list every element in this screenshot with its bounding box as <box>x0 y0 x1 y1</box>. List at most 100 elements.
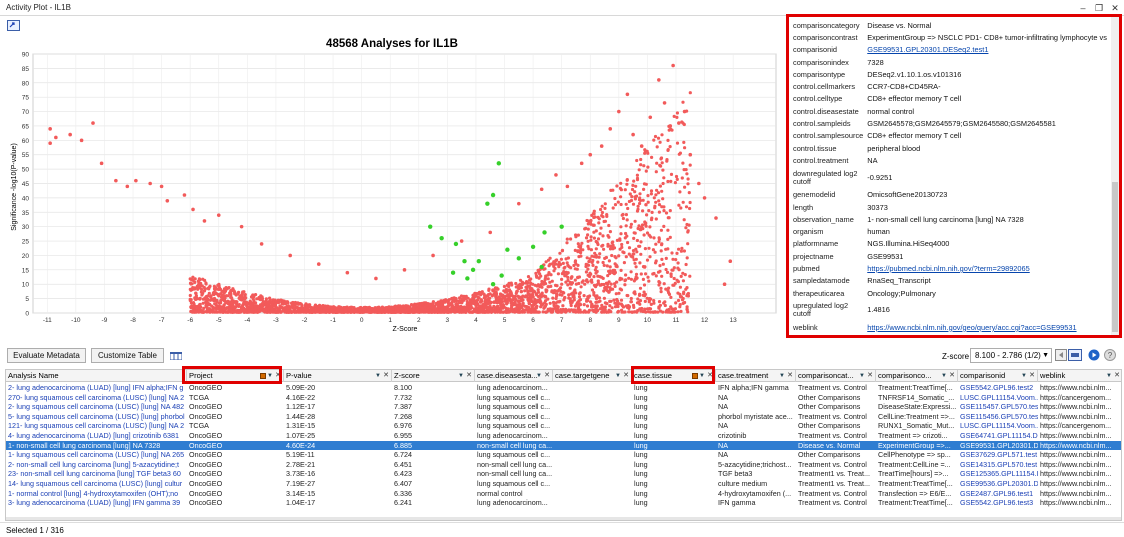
table-cell[interactable]: https://www.ncbi.nlm... <box>1038 460 1121 470</box>
filter-icon[interactable]: ▼ <box>615 370 621 382</box>
table-row[interactable]: 3- lung adenocarcinoma (LUAD) [lung] IFN… <box>6 498 1121 508</box>
data-point[interactable] <box>288 253 292 258</box>
column-header[interactable]: comparisonid ▼ ✕ <box>958 370 1038 382</box>
table-row[interactable]: 14- lung squamous cell carcinoma (LUSC) … <box>6 479 1121 489</box>
data-point[interactable] <box>677 121 681 125</box>
column-header[interactable]: comparisonco... ▼ ✕ <box>876 370 958 382</box>
remove-column-icon[interactable]: ✕ <box>466 370 472 382</box>
highlighted-point[interactable] <box>539 264 544 270</box>
highlighted-point[interactable] <box>559 224 564 229</box>
metadata-value[interactable]: https://pubmed.ncbi.nlm.nih.gov/?term=29… <box>865 262 1109 274</box>
table-cell[interactable]: https://www.ncbi.nlm... <box>1038 489 1121 499</box>
highlighted-point[interactable] <box>450 270 456 275</box>
data-point[interactable] <box>134 178 138 183</box>
data-point[interactable] <box>668 124 673 128</box>
data-point[interactable] <box>662 101 667 105</box>
table-cell[interactable]: 121- lung squamous cell carcinoma (LUSC)… <box>6 421 187 431</box>
data-point[interactable] <box>517 201 521 206</box>
remove-column-icon[interactable]: ✕ <box>787 370 793 382</box>
data-point[interactable] <box>165 198 170 203</box>
table-cell[interactable]: https://www.ncbi.nlm... <box>1038 469 1121 479</box>
column-header[interactable]: Analysis Name <box>6 370 187 382</box>
table-cell[interactable]: 2- non-small cell lung carcinoma [lung] … <box>6 460 187 470</box>
data-point[interactable] <box>722 282 727 287</box>
highlighted-point[interactable] <box>505 247 510 252</box>
table-cell[interactable]: https://www.ncbi.nlm... <box>1038 479 1121 489</box>
table-cell[interactable]: https://www.ncbi.nlm... <box>1038 450 1121 460</box>
table-row[interactable]: 5- lung squamous cell carcinoma (LUSC) [… <box>6 412 1121 422</box>
highlighted-point[interactable] <box>542 230 547 235</box>
zscore-page-select[interactable]: 8.100 - 2.786 (1/2) ▼ <box>970 348 1052 363</box>
table-cell[interactable]: GSE2487.GPL96.test1 <box>958 489 1038 499</box>
data-point[interactable] <box>488 230 493 235</box>
column-header[interactable]: comparisoncat... ▼ ✕ <box>796 370 876 382</box>
column-header[interactable]: Z-score ▼ ✕ <box>392 370 475 382</box>
table-cell[interactable]: 1- non-small cell lung carcinoma [lung] … <box>6 441 187 451</box>
data-point[interactable] <box>48 127 52 131</box>
highlighted-point[interactable] <box>439 235 444 241</box>
filter-icon[interactable]: ▼ <box>458 370 464 382</box>
filter-icon[interactable]: ▼ <box>536 370 542 382</box>
data-point[interactable] <box>631 132 635 137</box>
data-point[interactable] <box>702 196 707 200</box>
highlighted-point[interactable] <box>462 259 467 264</box>
table-cell[interactable]: GSE125365.GPL11154.I <box>958 469 1038 479</box>
highlighted-point[interactable] <box>465 276 470 281</box>
data-point[interactable] <box>617 109 621 114</box>
data-point[interactable] <box>579 161 584 166</box>
table-cell[interactable]: https://www.ncbi.nlm... <box>1038 498 1121 508</box>
data-point[interactable] <box>402 268 407 272</box>
table-row[interactable]: 2- lung squamous cell carcinoma (LUSC) [… <box>6 402 1121 412</box>
page-range-icon[interactable] <box>1068 349 1082 361</box>
data-point[interactable] <box>431 253 435 258</box>
table-cell[interactable]: GSE37629.GPL571.test <box>958 450 1038 460</box>
data-point[interactable] <box>374 276 378 281</box>
data-point[interactable] <box>68 132 72 137</box>
table-cell[interactable]: GSE99536.GPL20301.D <box>958 479 1038 489</box>
filter-icon[interactable]: ▼ <box>779 370 785 382</box>
data-point[interactable] <box>125 184 130 189</box>
data-point[interactable] <box>54 135 58 140</box>
minimize-button[interactable]: – <box>1076 1 1090 15</box>
column-chooser-icon[interactable] <box>170 352 182 360</box>
table-row[interactable]: 2- lung adenocarcinoma (LUAD) [lung] IFN… <box>6 383 1121 393</box>
highlighted-point[interactable] <box>496 161 502 166</box>
filter-icon[interactable]: ▼ <box>941 370 947 382</box>
help-icon[interactable]: ? <box>1104 349 1116 361</box>
table-cell[interactable]: LUSC.GPL11154.Voom... <box>958 421 1038 431</box>
data-point[interactable] <box>625 92 630 97</box>
highlighted-point[interactable] <box>490 192 496 198</box>
restore-button[interactable]: ❐ <box>1092 1 1106 15</box>
table-row[interactable]: 270- lung squamous cell carcinoma (LUSC)… <box>6 393 1121 403</box>
column-header[interactable]: case.targetgene ▼ ✕ <box>553 370 632 382</box>
data-point[interactable] <box>159 184 164 189</box>
table-cell[interactable]: GSE99531.GPL20301.D <box>958 441 1038 451</box>
table-row[interactable]: 2- non-small cell lung carcinoma [lung] … <box>6 460 1121 470</box>
data-point[interactable] <box>599 144 604 148</box>
table-cell[interactable]: 1- normal control [lung] 4-hydroxytamoxi… <box>6 489 187 499</box>
data-point[interactable] <box>79 138 84 143</box>
highlighted-point[interactable] <box>499 273 504 278</box>
table-cell[interactable]: 2- lung squamous cell carcinoma (LUSC) [… <box>6 402 187 412</box>
table-cell[interactable]: 2- lung adenocarcinoma (LUAD) [lung] IFN… <box>6 383 187 393</box>
horizontal-scrollbar[interactable] <box>6 517 1121 520</box>
column-header[interactable]: weblink ▼ ✕ <box>1038 370 1121 382</box>
table-cell[interactable]: LUSC.GPL11154.Voom... <box>958 393 1038 403</box>
table-cell[interactable]: https://cancergenom... <box>1038 393 1121 403</box>
data-point[interactable] <box>191 207 195 212</box>
data-point[interactable] <box>565 184 570 189</box>
filter-icon[interactable]: ▼ <box>375 370 381 382</box>
remove-column-icon[interactable]: ✕ <box>383 370 389 382</box>
data-point[interactable] <box>539 187 544 192</box>
data-point[interactable] <box>114 178 118 183</box>
metadata-value[interactable]: GSE99531.GPL20301.DESeq2.test1 <box>865 44 1109 56</box>
table-cell[interactable]: 3- lung adenocarcinoma (LUAD) [lung] IFN… <box>6 498 187 508</box>
data-point[interactable] <box>345 270 350 275</box>
data-point[interactable] <box>182 193 187 197</box>
data-point[interactable] <box>239 224 244 229</box>
table-cell[interactable]: GSE5542.GPL96.test2 <box>958 383 1038 393</box>
highlighted-point[interactable] <box>485 201 490 206</box>
table-row[interactable]: 121- lung squamous cell carcinoma (LUSC)… <box>6 421 1121 431</box>
data-point[interactable] <box>91 121 95 125</box>
remove-column-icon[interactable]: ✕ <box>949 370 955 382</box>
